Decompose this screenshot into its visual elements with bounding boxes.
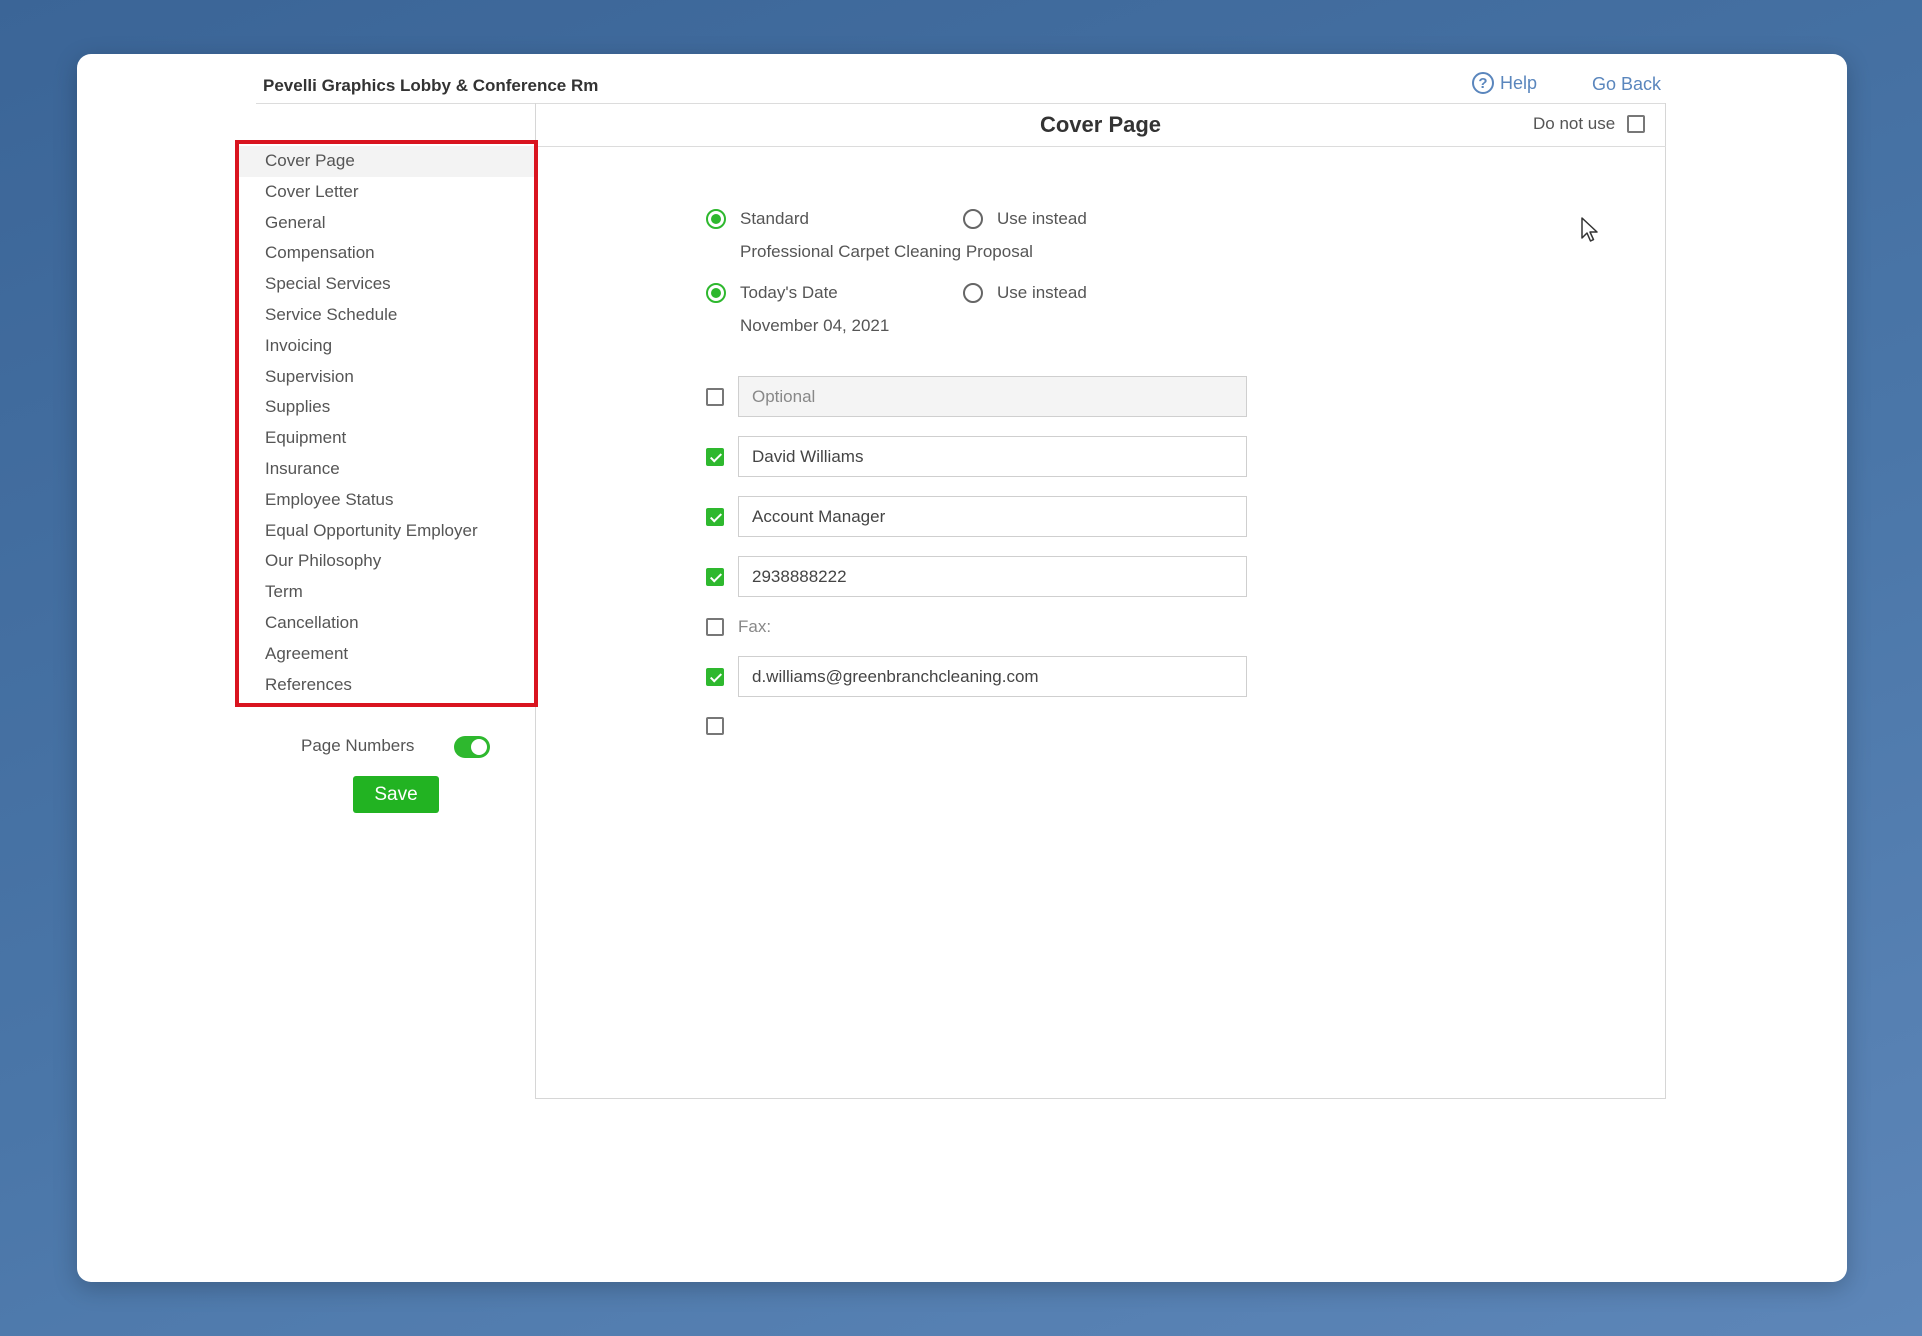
optional-row xyxy=(706,376,1247,417)
fax-row: Fax: xyxy=(706,617,771,637)
sidebar-item-general[interactable]: General xyxy=(239,208,534,239)
sidebar-item-agreement[interactable]: Agreement xyxy=(239,639,534,670)
phone-input[interactable] xyxy=(738,556,1247,597)
date-use-instead-label: Use instead xyxy=(997,283,1087,302)
page-numbers-toggle[interactable] xyxy=(454,736,490,758)
panel-header-divider xyxy=(535,146,1666,147)
sidebar-item-supervision[interactable]: Supervision xyxy=(239,362,534,393)
sidebar-item-invoicing[interactable]: Invoicing xyxy=(239,331,534,362)
go-back-link[interactable]: Go Back xyxy=(1592,74,1661,95)
date-today-radio[interactable] xyxy=(706,283,726,303)
title-use-instead-radio[interactable] xyxy=(963,209,983,229)
phone-row xyxy=(706,556,1247,597)
section-nav: Cover Page Cover Letter General Compensa… xyxy=(239,146,534,700)
do-not-use-checkbox[interactable] xyxy=(1627,115,1646,133)
position-row xyxy=(706,496,1247,537)
title-use-instead-label: Use instead xyxy=(997,209,1087,228)
location-title: Pevelli Graphics Lobby & Conference Rm xyxy=(263,76,599,95)
fax-checkbox[interactable] xyxy=(706,618,724,636)
standard-title-value: Professional Carpet Cleaning Proposal xyxy=(740,242,1033,261)
sidebar-item-cover-page[interactable]: Cover Page xyxy=(239,146,534,177)
fax-label: Fax: xyxy=(738,617,772,636)
title-standard-radio[interactable] xyxy=(706,209,726,229)
title-standard-option[interactable]: Standard xyxy=(706,209,809,229)
sidebar-item-equal-opportunity-employer[interactable]: Equal Opportunity Employer xyxy=(239,516,534,547)
sidebar-item-insurance[interactable]: Insurance xyxy=(239,454,534,485)
optional-checkbox[interactable] xyxy=(706,387,724,406)
sidebar-item-equipment[interactable]: Equipment xyxy=(239,423,534,454)
position-checkbox[interactable] xyxy=(706,507,724,526)
name-input[interactable] xyxy=(738,436,1247,477)
email-row xyxy=(706,656,1247,697)
panel-title: Cover Page xyxy=(1039,112,1162,137)
sidebar-item-service-schedule[interactable]: Service Schedule xyxy=(239,300,534,331)
page-numbers-label: Page Numbers xyxy=(301,736,415,755)
do-not-use-label: Do not use xyxy=(1533,114,1616,133)
mouse-pointer-icon xyxy=(1581,217,1598,242)
optional-input[interactable] xyxy=(738,376,1247,417)
help-icon: ? xyxy=(1472,72,1494,94)
sidebar-item-references[interactable]: References xyxy=(239,670,534,701)
extra-checkbox[interactable] xyxy=(706,717,724,735)
date-use-instead-radio[interactable] xyxy=(963,283,983,303)
content-panel xyxy=(535,103,1666,1099)
sidebar-item-term[interactable]: Term xyxy=(239,577,534,608)
do-not-use-option: Do not use xyxy=(1533,114,1646,134)
save-button[interactable]: Save xyxy=(353,776,439,813)
email-checkbox[interactable] xyxy=(706,667,724,686)
date-value: November 04, 2021 xyxy=(740,316,890,335)
sidebar-item-cancellation[interactable]: Cancellation xyxy=(239,608,534,639)
name-checkbox[interactable] xyxy=(706,447,724,466)
title-standard-label: Standard xyxy=(740,209,809,228)
date-today-label: Today's Date xyxy=(740,283,838,302)
sidebar-item-employee-status[interactable]: Employee Status xyxy=(239,485,534,516)
sidebar-item-supplies[interactable]: Supplies xyxy=(239,392,534,423)
help-link[interactable]: ? Help xyxy=(1472,72,1537,94)
sidebar-item-compensation[interactable]: Compensation xyxy=(239,238,534,269)
title-use-instead-option[interactable]: Use instead xyxy=(963,209,1087,229)
date-use-instead-option[interactable]: Use instead xyxy=(963,283,1087,303)
phone-checkbox[interactable] xyxy=(706,567,724,586)
sidebar-item-special-services[interactable]: Special Services xyxy=(239,269,534,300)
position-input[interactable] xyxy=(738,496,1247,537)
sidebar-item-cover-letter[interactable]: Cover Letter xyxy=(239,177,534,208)
extra-row xyxy=(706,717,738,735)
date-today-option[interactable]: Today's Date xyxy=(706,283,838,303)
sidebar-item-our-philosophy[interactable]: Our Philosophy xyxy=(239,546,534,577)
email-input[interactable] xyxy=(738,656,1247,697)
help-label: Help xyxy=(1500,72,1538,93)
name-row xyxy=(706,436,1247,477)
